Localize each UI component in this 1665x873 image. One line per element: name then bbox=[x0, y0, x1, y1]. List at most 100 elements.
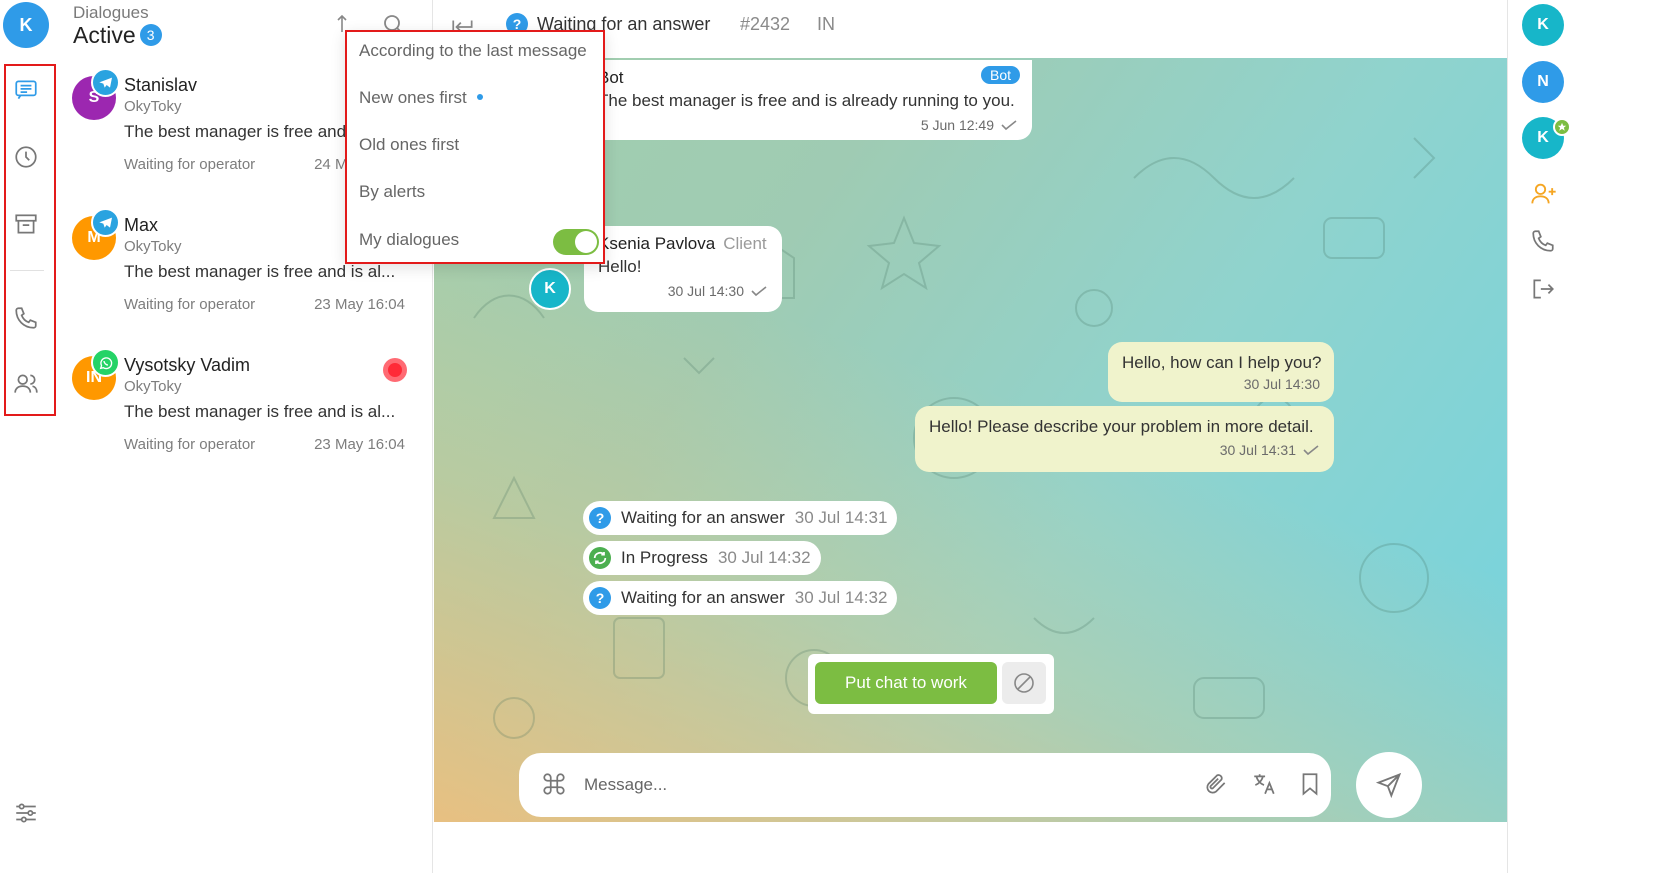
add-user-icon[interactable] bbox=[1530, 180, 1558, 208]
nav-highlight-box bbox=[4, 64, 56, 416]
attach-icon[interactable] bbox=[1203, 771, 1229, 797]
sort-option-label: New ones first bbox=[359, 88, 467, 107]
message-time: 30 Jul 14:31 bbox=[929, 442, 1320, 458]
message-text: Hello, how can I help you? bbox=[1122, 353, 1322, 372]
last-message: The best manager is free and is al... bbox=[124, 402, 396, 421]
dialogues-title-text: Active bbox=[73, 22, 136, 48]
event-text: Waiting for an answer bbox=[621, 508, 785, 527]
event-time: 30 Jul 14:32 bbox=[717, 548, 811, 567]
question-icon: ? bbox=[589, 587, 611, 609]
contact-name: Max bbox=[124, 215, 159, 235]
dialog-status: Waiting for operator bbox=[124, 296, 256, 313]
event-time: 30 Jul 14:31 bbox=[794, 508, 888, 527]
telegram-icon bbox=[91, 68, 120, 97]
contact-source: OkyToky bbox=[124, 378, 182, 395]
right-rail: K N K bbox=[1507, 0, 1571, 873]
check-icon bbox=[1001, 120, 1017, 131]
filter-settings-icon[interactable] bbox=[13, 800, 39, 826]
contact-name: Stanislav bbox=[124, 75, 198, 95]
event-text: Waiting for an answer bbox=[621, 588, 785, 607]
telegram-icon bbox=[91, 208, 120, 237]
message-bubble-operator: Hello! Please describe your problem in m… bbox=[915, 406, 1334, 472]
sort-option-last-message[interactable]: According to the last message bbox=[359, 41, 587, 61]
contact-name: Vysotsky Vadim bbox=[124, 355, 251, 375]
message-text: The best manager is free and is already … bbox=[598, 91, 1015, 110]
my-dialogues-label: My dialogues bbox=[359, 230, 460, 249]
sort-option-label: Old ones first bbox=[359, 135, 460, 154]
chat-actions: Put chat to work bbox=[808, 654, 1054, 714]
dialogues-title: Active 3 bbox=[73, 22, 162, 49]
dialog-item[interactable]: IN Vysotsky Vadim OkyToky The best manager … bbox=[58, 348, 433, 488]
message-author: Bot bbox=[598, 68, 624, 87]
message-role: Client bbox=[723, 234, 767, 253]
block-icon[interactable] bbox=[1002, 662, 1046, 704]
users-icon[interactable] bbox=[12, 370, 40, 398]
question-icon: ? bbox=[589, 507, 611, 529]
whatsapp-icon bbox=[91, 348, 120, 377]
event-text: In Progress bbox=[621, 548, 708, 567]
contact-source: OkyToky bbox=[124, 238, 182, 255]
my-dialogues-toggle[interactable] bbox=[553, 229, 599, 255]
dialogues-count-badge: 3 bbox=[139, 24, 162, 46]
toggle-knob bbox=[575, 231, 597, 253]
message-bubble-client: Ksenia Pavlova Client Hello! 30 Jul 14:30 bbox=[584, 226, 782, 312]
refresh-icon bbox=[589, 547, 611, 569]
clock-icon[interactable] bbox=[12, 143, 40, 171]
bookmark-icon[interactable] bbox=[1297, 771, 1323, 797]
message-time-text: 30 Jul 14:30 bbox=[667, 283, 744, 299]
rail-divider bbox=[10, 270, 44, 271]
message-time: 5 Jun 12:49 bbox=[598, 117, 1018, 133]
sort-option-new-first[interactable]: New ones first bbox=[359, 88, 483, 108]
client-avatar: K bbox=[529, 268, 571, 310]
selected-dot-icon bbox=[476, 94, 483, 100]
bot-badge: Bot bbox=[980, 66, 1020, 84]
status-event: ? Waiting for an answer 30 Jul 14:32 bbox=[583, 581, 898, 615]
sort-option-alerts[interactable]: By alerts bbox=[359, 182, 425, 202]
sort-option-label: By alerts bbox=[359, 182, 426, 201]
star-icon bbox=[1553, 118, 1571, 136]
sort-option-label: According to the last message bbox=[359, 41, 587, 60]
message-bubble-operator: Hello, how can I help you? 30 Jul 14:30 bbox=[1108, 342, 1334, 402]
message-author: Ksenia Pavlova bbox=[598, 234, 716, 253]
dialog-time: 23 May 16:04 bbox=[314, 436, 405, 453]
message-bubble-bot: Bot Bot The best manager is free and is … bbox=[584, 60, 1032, 140]
phone-icon[interactable] bbox=[12, 304, 40, 332]
alert-icon bbox=[383, 358, 407, 382]
event-time: 30 Jul 14:32 bbox=[794, 588, 888, 607]
command-icon[interactable] bbox=[541, 771, 567, 797]
operator-avatar[interactable]: K bbox=[1522, 4, 1564, 46]
last-message: The best manager is free and is al... bbox=[124, 262, 396, 281]
sort-dropdown: According to the last message New ones f… bbox=[345, 30, 605, 264]
archive-icon[interactable] bbox=[12, 210, 40, 238]
send-icon bbox=[1375, 772, 1402, 799]
phone-icon[interactable] bbox=[1530, 228, 1558, 256]
message-time-text: 5 Jun 12:49 bbox=[920, 117, 994, 133]
status-event: In Progress 30 Jul 14:32 bbox=[583, 541, 821, 575]
dialog-status: Waiting for operator bbox=[124, 156, 256, 173]
sort-option-old-first[interactable]: Old ones first bbox=[359, 135, 459, 155]
message-time: 30 Jul 14:30 bbox=[598, 283, 768, 299]
put-chat-to-work-button[interactable]: Put chat to work bbox=[815, 662, 997, 704]
chat-icon[interactable] bbox=[12, 76, 40, 104]
message-composer bbox=[519, 753, 1331, 817]
message-time: 30 Jul 14:30 bbox=[1243, 376, 1320, 392]
status-event: ? Waiting for an answer 30 Jul 14:31 bbox=[583, 501, 898, 535]
dialog-status: Waiting for operator bbox=[124, 436, 256, 453]
message-text: Hello! bbox=[598, 257, 642, 276]
check-icon bbox=[751, 286, 767, 297]
chat-number: #2432 bbox=[740, 14, 791, 34]
chat-direction: IN bbox=[817, 14, 835, 34]
logout-icon[interactable] bbox=[1530, 276, 1558, 304]
message-text: Hello! Please describe your problem in m… bbox=[929, 417, 1314, 436]
dialogues-caption: Dialogues bbox=[73, 3, 149, 22]
send-button[interactable] bbox=[1356, 752, 1422, 818]
message-time-text: 30 Jul 14:31 bbox=[1219, 442, 1296, 458]
dialog-time: 23 May 16:04 bbox=[314, 296, 405, 313]
my-avatar[interactable]: K bbox=[3, 2, 49, 48]
left-rail: K bbox=[0, 0, 58, 873]
translate-icon[interactable] bbox=[1251, 771, 1277, 797]
operator-avatar[interactable]: N bbox=[1522, 61, 1564, 103]
contact-source: OkyToky bbox=[124, 98, 182, 115]
check-icon bbox=[1303, 445, 1319, 456]
message-input[interactable] bbox=[584, 767, 1184, 803]
